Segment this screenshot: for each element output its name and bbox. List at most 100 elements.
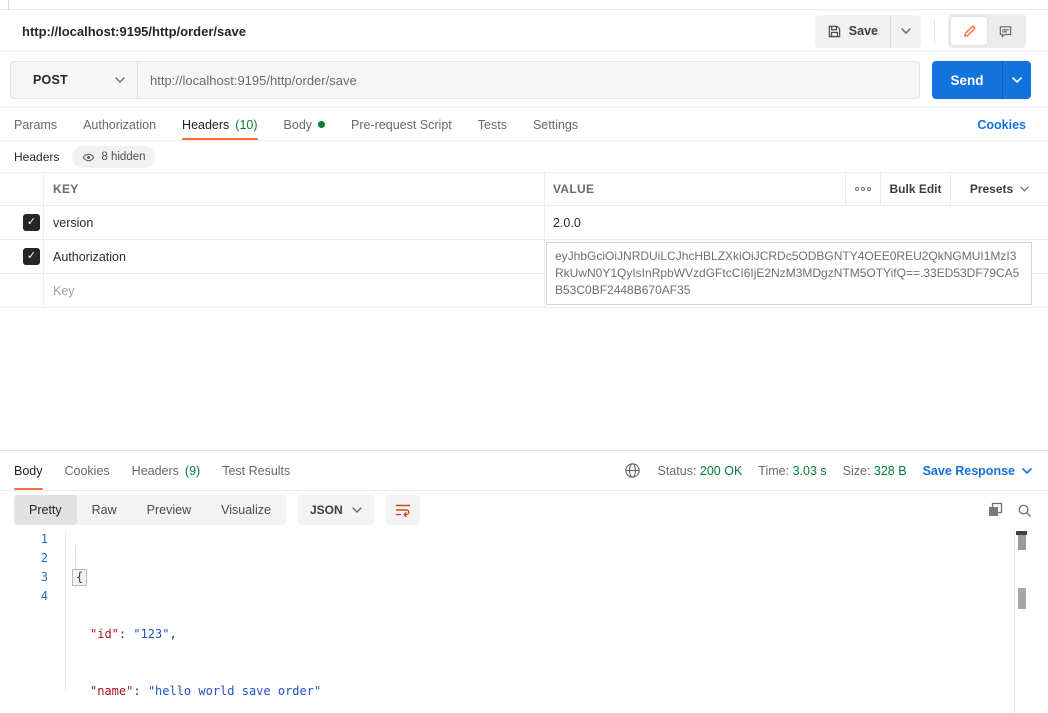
header-checkbox-column <box>0 173 44 205</box>
headers-table: KEY VALUE Bulk Edit Presets ✓ version 2.… <box>0 172 1048 308</box>
pencil-icon <box>962 24 977 39</box>
table-header-row: KEY VALUE Bulk Edit Presets <box>0 172 1048 206</box>
view-preview-button[interactable]: Preview <box>132 495 206 525</box>
key-column-header: KEY <box>53 182 79 196</box>
response-tab-cookies[interactable]: Cookies <box>65 451 110 490</box>
tab-body[interactable]: Body <box>284 109 326 140</box>
tab-headers[interactable]: Headers (10) <box>182 109 257 140</box>
more-options-button[interactable] <box>845 173 880 205</box>
header-key-cell[interactable]: version <box>53 216 93 230</box>
line-number: 4 <box>0 587 48 606</box>
ellipsis-icon <box>855 187 871 191</box>
header-value-cell[interactable]: 2.0.0 <box>553 216 581 230</box>
cookies-link[interactable]: Cookies <box>977 118 1026 132</box>
hidden-headers-toggle[interactable]: 8 hidden <box>72 146 155 168</box>
save-icon <box>827 24 842 39</box>
response-body-toolbar: Pretty Raw Preview Visualize JSON <box>0 491 1048 529</box>
presets-dropdown[interactable]: Presets <box>950 173 1048 205</box>
scrollbar-thumb[interactable] <box>1018 535 1026 550</box>
method-select[interactable]: POST <box>11 62 138 98</box>
wrap-text-icon <box>395 503 411 517</box>
row-checkbox[interactable]: ✓ <box>23 214 40 231</box>
format-dropdown[interactable]: JSON <box>298 495 374 525</box>
save-button-label: Save <box>849 24 878 38</box>
response-panel: Body Cookies Headers (9) Test Results St… <box>0 450 1048 713</box>
view-visualize-button[interactable]: Visualize <box>206 495 286 525</box>
tab-tests[interactable]: Tests <box>478 109 507 140</box>
url-input[interactable] <box>138 62 919 98</box>
code-line: "id": "123", <box>72 625 1008 644</box>
save-options-button[interactable] <box>890 15 921 48</box>
response-tabs: Body Cookies Headers (9) Test Results St… <box>0 451 1048 491</box>
method-value: POST <box>33 73 68 87</box>
headers-panel-title: Headers <box>14 150 59 164</box>
key-placeholder-cell[interactable]: Key <box>53 284 75 298</box>
scrollbar-track <box>1014 529 1015 713</box>
search-icon[interactable] <box>1017 503 1032 518</box>
view-pretty-button[interactable]: Pretty <box>14 495 77 525</box>
tab-pre-request-script[interactable]: Pre-request Script <box>351 109 452 140</box>
headers-count: (10) <box>235 118 257 132</box>
row-checkbox[interactable]: ✓ <box>23 248 40 265</box>
size-badge: Size: 328 B <box>843 464 907 478</box>
eye-icon <box>82 151 95 164</box>
tab-divider <box>8 0 9 10</box>
code-line: { <box>72 568 1008 587</box>
time-badge: Time: 3.03 s <box>758 464 826 478</box>
comment-icon <box>998 24 1013 39</box>
status-badge: Status: 200 OK <box>657 464 742 478</box>
headers-panel-header: Headers 8 hidden <box>0 142 1048 172</box>
copy-icon[interactable] <box>987 502 1003 518</box>
wrap-text-button[interactable] <box>386 495 420 525</box>
chevron-down-icon <box>352 507 362 513</box>
response-tab-body[interactable]: Body <box>14 451 43 490</box>
send-button-group: Send <box>932 61 1031 99</box>
body-modified-dot <box>318 121 325 128</box>
chevron-down-icon <box>901 28 911 34</box>
network-globe-icon[interactable] <box>624 462 641 479</box>
response-tab-test-results[interactable]: Test Results <box>222 451 290 490</box>
response-body-editor: 1 2 3 4 { "id": "123", "name": "hello wo… <box>0 529 1048 713</box>
view-raw-button[interactable]: Raw <box>77 495 132 525</box>
tab-params[interactable]: Params <box>14 109 57 140</box>
send-options-button[interactable] <box>1002 61 1031 99</box>
edit-button[interactable] <box>951 17 987 45</box>
request-title: http://localhost:9195/http/order/save <box>22 24 246 39</box>
app-window: http://localhost:9195/http/order/save Sa… <box>0 0 1048 713</box>
chevron-down-icon <box>1022 468 1032 474</box>
response-tab-headers[interactable]: Headers (9) <box>132 451 201 490</box>
json-body-content: { "id": "123", "name": "hello world save… <box>72 530 1008 713</box>
save-button-group: Save <box>815 15 921 48</box>
request-tabs: Params Authorization Headers (10) Body P… <box>0 109 1048 141</box>
send-button[interactable]: Send <box>932 61 1002 99</box>
chevron-down-icon <box>1020 186 1029 192</box>
chevron-down-icon <box>115 77 125 83</box>
save-button[interactable]: Save <box>815 15 890 48</box>
comments-button[interactable] <box>987 17 1023 45</box>
header-key-cell[interactable]: Authorization <box>53 250 126 264</box>
request-builder: POST Send <box>0 53 1048 108</box>
code-line: "name": "hello world save order" <box>72 682 1008 701</box>
tab-settings[interactable]: Settings <box>533 109 578 140</box>
tab-authorization[interactable]: Authorization <box>83 109 156 140</box>
view-mode-segmented-control: Pretty Raw Preview Visualize <box>14 495 286 525</box>
response-meta: Status: 200 OK Time: 3.03 s Size: 328 B … <box>624 462 1032 479</box>
edit-comment-toggle <box>948 14 1026 48</box>
chevron-down-icon <box>1012 77 1022 83</box>
line-number: 2 <box>0 549 48 568</box>
header-row-version: ✓ version 2.0.0 <box>0 206 1048 240</box>
response-body-actions <box>987 502 1032 518</box>
request-title-bar: http://localhost:9195/http/order/save Sa… <box>0 11 1048 52</box>
hidden-headers-label: 8 hidden <box>101 151 145 163</box>
bulk-edit-button[interactable]: Bulk Edit <box>880 173 950 205</box>
open-brace: { <box>72 569 87 586</box>
save-response-button[interactable]: Save Response <box>923 464 1032 478</box>
authorization-value-cell[interactable]: eyJhbGciOiJNRDUiLCJhcHBLZXkiOiJCRDc5ODBG… <box>546 242 1032 305</box>
line-number: 3 <box>0 568 48 587</box>
method-url-group: POST <box>10 61 920 99</box>
tab-strip <box>0 0 1048 10</box>
scrollbar-annotation <box>1018 588 1026 609</box>
response-headers-count: (9) <box>185 464 200 478</box>
line-number-gutter: 1 2 3 4 <box>0 530 66 606</box>
line-number: 1 <box>0 530 48 549</box>
